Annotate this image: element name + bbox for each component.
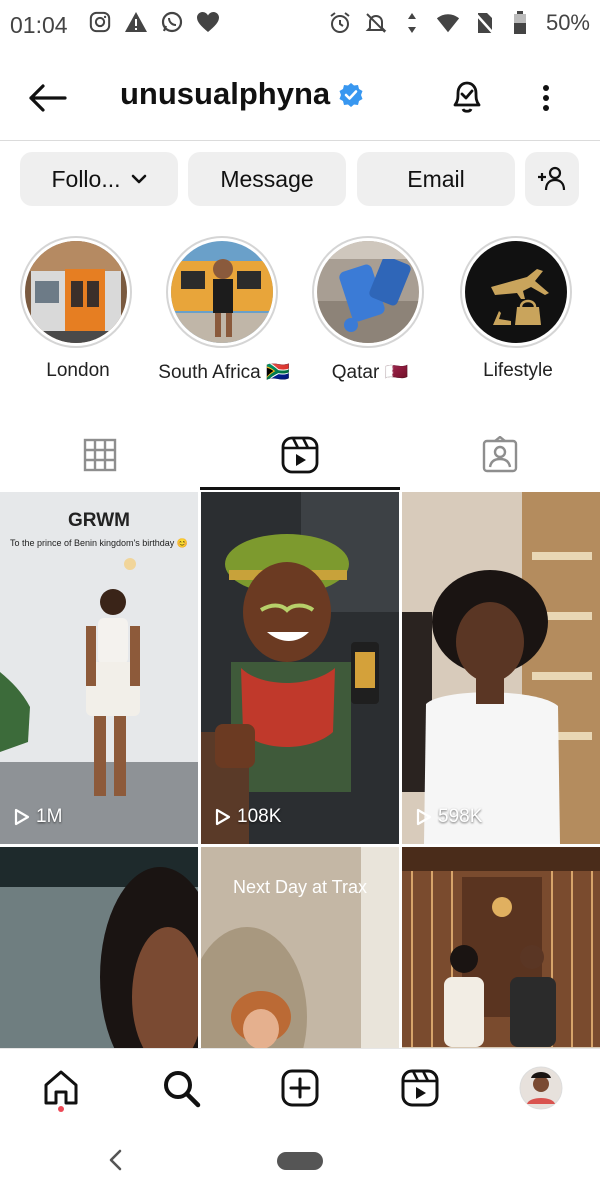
wifi-icon <box>436 11 460 35</box>
reel-title: GRWM <box>68 510 130 531</box>
tab-tagged[interactable] <box>400 420 600 490</box>
reel-view-count: 598K <box>438 806 483 827</box>
create-plus-icon <box>281 1069 319 1107</box>
tab-posts[interactable] <box>0 420 200 490</box>
reel-view-count: 108K <box>237 806 282 827</box>
reel-view-count: 1M <box>36 806 63 827</box>
profile-header: unusualphyna <box>0 60 600 140</box>
warning-icon <box>124 10 148 34</box>
highlight-ring <box>460 236 572 348</box>
nav-create[interactable] <box>275 1063 325 1113</box>
avatar <box>519 1066 563 1110</box>
following-label: Follo... <box>51 165 121 192</box>
bell-check-icon <box>453 81 481 113</box>
reel-thumbnail[interactable]: 598K <box>402 492 600 844</box>
back-button[interactable] <box>24 78 70 118</box>
play-icon <box>14 808 30 826</box>
highlight-ring <box>312 236 424 348</box>
highlight-thumbnail <box>317 241 419 343</box>
play-icon <box>215 808 231 826</box>
highlight-thumbnail <box>171 241 273 343</box>
highlight-lifestyle[interactable]: Lifestyle <box>460 236 576 381</box>
home-notification-dot <box>58 1106 64 1112</box>
profile-actions: Follo... Message Email <box>20 152 580 206</box>
more-vertical-icon <box>543 85 549 111</box>
email-button[interactable]: Email <box>357 152 515 206</box>
nav-search[interactable] <box>156 1063 206 1113</box>
header-divider <box>0 140 600 141</box>
following-button[interactable]: Follo... <box>20 152 178 206</box>
whatsapp-icon <box>160 10 184 34</box>
reels-icon <box>401 1069 439 1107</box>
highlight-ring <box>20 236 132 348</box>
nav-profile[interactable] <box>516 1063 566 1113</box>
highlight-thumbnail <box>465 241 567 343</box>
reel-thumbnail[interactable]: 108K <box>201 492 399 844</box>
status-icons-right: 50% <box>328 10 590 36</box>
active-tab-indicator <box>200 487 400 490</box>
bottom-navigation <box>0 1048 600 1127</box>
alarm-icon <box>328 11 352 35</box>
tagged-person-icon <box>482 436 518 473</box>
reel-thumbnail[interactable]: Next Day at Trax <box>201 847 399 1048</box>
system-home-pill[interactable] <box>277 1152 323 1170</box>
profile-username: unusualphyna <box>120 76 331 111</box>
play-icon <box>416 808 432 826</box>
search-icon <box>164 1071 201 1108</box>
notifications-bell-button[interactable] <box>446 76 488 118</box>
reel-views: 1M <box>14 806 62 828</box>
data-arrows-icon <box>400 11 424 35</box>
reels-icon <box>281 436 319 474</box>
highlight-south-africa[interactable]: South Africa 🇿🇦 <box>158 236 290 383</box>
reel-thumbnail[interactable] <box>402 847 600 1048</box>
status-bar: 01:04 50% <box>0 0 600 50</box>
email-label: Email <box>407 165 465 192</box>
reel-caption: To the prince of Benin kingdom's birthda… <box>9 538 189 548</box>
status-icons-left <box>88 10 220 34</box>
more-options-button[interactable] <box>532 78 560 118</box>
suggested-users-button[interactable] <box>525 152 579 206</box>
profile-tabs <box>0 420 600 490</box>
chevron-down-icon <box>131 174 146 184</box>
reel-views: 108K <box>215 806 281 828</box>
reel-thumbnail[interactable]: GRWM To the prince of Benin kingdom's bi… <box>0 492 198 844</box>
reel-caption: Next Day at Trax <box>232 877 368 897</box>
reels-grid: GRWM To the prince of Benin kingdom's bi… <box>0 492 600 1048</box>
highlight-qatar[interactable]: Qatar 🇶🇦 <box>312 236 428 383</box>
message-button[interactable]: Message <box>188 152 346 206</box>
home-icon <box>44 1070 78 1105</box>
back-arrow-icon <box>29 84 67 112</box>
message-label: Message <box>220 165 314 192</box>
verified-badge-icon <box>339 83 363 107</box>
battery-icon <box>508 11 532 35</box>
no-sim-icon <box>472 11 496 35</box>
notifications-off-icon <box>364 11 388 35</box>
highlight-thumbnail <box>25 241 127 343</box>
status-time: 01:04 <box>10 12 68 38</box>
reel-thumbnail[interactable] <box>0 847 198 1048</box>
nav-reels[interactable] <box>395 1063 445 1113</box>
tab-reels[interactable] <box>200 420 400 490</box>
story-highlights: London South Africa 🇿🇦 Qatar 🇶🇦 Lifestyl… <box>0 236 600 386</box>
add-user-icon <box>538 166 566 191</box>
highlight-label: Lifestyle <box>483 360 553 381</box>
instagram-icon <box>88 10 112 34</box>
grid-icon <box>83 438 117 472</box>
heart-icon <box>196 10 220 34</box>
system-navigation-bar <box>0 1126 600 1200</box>
reel-views: 598K <box>416 806 482 828</box>
highlight-london[interactable]: London <box>20 236 136 381</box>
highlight-ring <box>166 236 278 348</box>
system-back-icon[interactable] <box>106 1148 126 1172</box>
battery-percent: 50% <box>545 10 590 35</box>
